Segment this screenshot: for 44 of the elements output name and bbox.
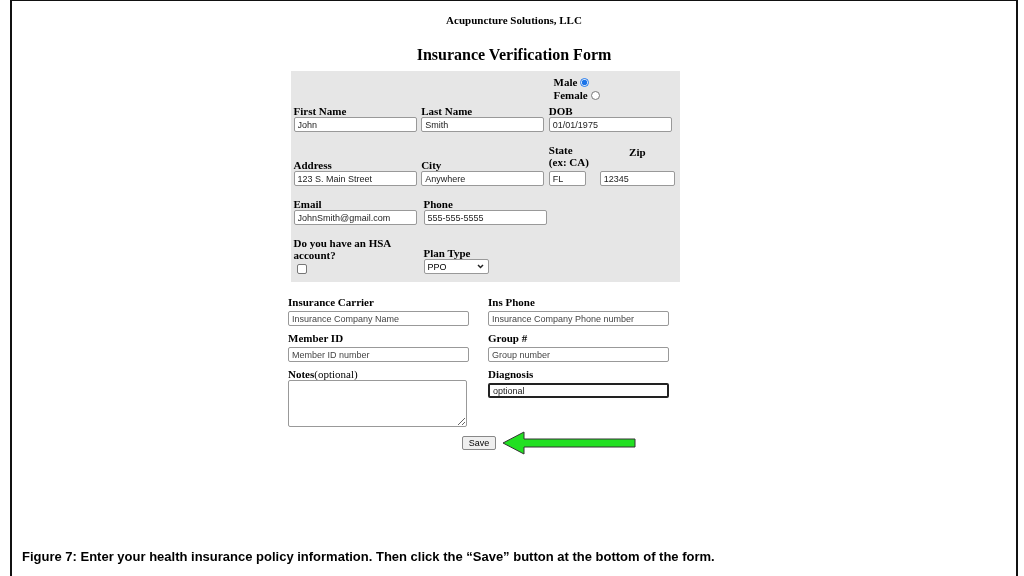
input-field[interactable]: 01/01/1975 — [548, 117, 672, 132]
input-field[interactable]: 12345 — [599, 171, 675, 186]
radio-label: Male — [553, 76, 578, 88]
input-field[interactable]: 555-555-5555 — [423, 210, 547, 225]
input-field[interactable]: Insurance Company Phone number — [488, 311, 669, 326]
field-label: City — [421, 159, 443, 171]
input-field[interactable]: Member ID number — [288, 347, 469, 362]
input-field[interactable]: JohnSmith@gmail.com — [293, 210, 417, 225]
radio-label: Female — [553, 89, 588, 101]
input-field[interactable]: Group number — [488, 347, 669, 362]
field-label: Notes(optional) — [288, 368, 359, 380]
input-field[interactable]: FL — [548, 171, 586, 186]
field-label: Phone — [423, 198, 454, 210]
plan-type-dropdown[interactable]: PPO — [423, 259, 489, 274]
field-label: Insurance Carrier — [288, 296, 375, 308]
figure-caption: Figure 7: Enter your health insurance policy information. Then click the “Save” button at the bottom of the form. — [22, 549, 715, 564]
field-label: First Name — [293, 105, 348, 117]
arrow-icon — [502, 431, 636, 455]
field-label: State (ex: CA) — [548, 144, 590, 168]
field-label: Plan Type — [423, 247, 472, 259]
input-field[interactable]: John — [293, 117, 417, 132]
field-label: Member ID — [288, 332, 345, 344]
field-label: Last Name — [421, 105, 474, 117]
field-label: Do you have an HSA account? — [293, 237, 392, 261]
radio-button[interactable] — [590, 90, 600, 100]
save-button[interactable]: Save — [461, 436, 497, 450]
input-field[interactable]: optional — [488, 383, 669, 398]
field-label: DOB — [548, 105, 574, 117]
field-label: Diagnosis — [488, 368, 535, 380]
input-field[interactable]: Smith — [421, 117, 545, 132]
field-label: Ins Phone — [488, 296, 536, 308]
input-field[interactable]: Insurance Company Name — [288, 311, 469, 326]
input-field[interactable]: 123 S. Main Street — [293, 171, 417, 186]
radio-button[interactable] — [580, 77, 590, 87]
field-label: Email — [293, 198, 323, 210]
form-title: Insurance Verification Form — [416, 46, 612, 64]
chevron-down-icon — [476, 264, 484, 269]
company-name: Acupuncture Solutions, LLC — [446, 14, 582, 26]
field-label: Zip — [628, 146, 647, 158]
checkbox[interactable] — [296, 264, 307, 274]
field-label: Group # — [488, 332, 529, 344]
input-field[interactable]: Anywhere — [421, 171, 545, 186]
notes-textarea[interactable] — [288, 380, 467, 427]
field-label: Address — [293, 159, 333, 171]
